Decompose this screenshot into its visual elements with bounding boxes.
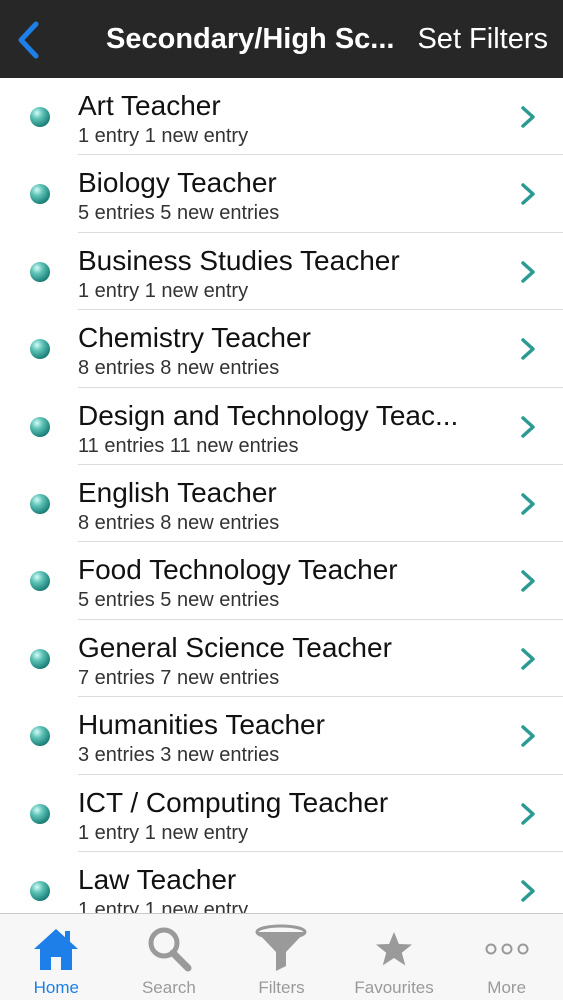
list-item-title: ICT / Computing Teacher — [78, 786, 389, 818]
chevron-right-icon — [521, 261, 535, 283]
search-icon — [141, 922, 197, 976]
chevron-right-icon — [521, 493, 535, 515]
tab-label: Search — [141, 978, 196, 997]
list-item-subtitle: 8 entries 8 new entries — [78, 357, 280, 380]
bullet-icon — [30, 416, 50, 437]
more-icon — [479, 922, 535, 976]
list-item-title: Business Studies Teacher — [78, 244, 400, 276]
bullet-icon — [30, 339, 50, 360]
list-item[interactable]: English Teacher 8 entries 8 new entries — [0, 465, 563, 543]
chevron-right-icon — [521, 338, 535, 360]
list-item-title: English Teacher — [78, 476, 277, 508]
list-item[interactable]: Humanities Teacher 3 entries 3 new entri… — [0, 697, 563, 775]
list-item-subtitle: 1 entry 1 new entry — [78, 821, 249, 844]
tab-bar: Home Search Filters Favourites More — [0, 913, 563, 1000]
list-item-subtitle: 5 entries 5 new entries — [78, 202, 280, 225]
bullet-icon — [30, 107, 50, 127]
list-item[interactable]: General Science Teacher 7 entries 7 new … — [0, 620, 563, 698]
list-item-title: General Science Teacher — [78, 631, 392, 663]
back-button[interactable] — [8, 16, 48, 64]
list-item-subtitle: 3 entries 3 new entries — [78, 744, 280, 767]
tab-label: Filters — [258, 978, 305, 997]
bullet-icon — [30, 184, 50, 205]
list-item-title: Art Teacher — [78, 90, 221, 121]
list-item[interactable]: Chemistry Teacher 8 entries 8 new entrie… — [0, 310, 563, 388]
list-item-title: Biology Teacher — [78, 167, 277, 199]
bullet-icon — [30, 803, 50, 824]
chevron-right-icon — [521, 802, 535, 825]
list-item-title: Food Technology Teacher — [78, 554, 398, 586]
tab-label: Home — [33, 978, 79, 997]
list-item-subtitle: 5 entries 5 new entries — [78, 589, 280, 612]
bullet-icon — [30, 726, 50, 747]
list-item-title: Humanities Teacher — [78, 709, 325, 741]
category-list[interactable]: Art Teacher 1 entry 1 new entry Biology … — [0, 78, 563, 913]
tab-favourites[interactable]: Favourites — [338, 914, 451, 1000]
bullet-icon — [30, 493, 50, 514]
filter-icon — [253, 922, 309, 976]
chevron-right-icon — [521, 183, 535, 206]
tab-label: Favourites — [354, 978, 434, 997]
chevron-right-icon — [521, 415, 535, 438]
tab-home[interactable]: Home — [0, 914, 113, 1000]
star-icon — [366, 922, 422, 976]
list-item[interactable]: Biology Teacher 5 entries 5 new entries — [0, 155, 563, 233]
bullet-icon — [30, 571, 50, 592]
tab-filters[interactable]: Filters — [225, 914, 338, 1000]
list-item-subtitle: 1 entry 1 new entry — [78, 898, 249, 913]
set-filters-button[interactable]: Set Filters — [417, 20, 548, 58]
list-item[interactable]: ICT / Computing Teacher 1 entry 1 new en… — [0, 775, 563, 852]
list-item[interactable]: Food Technology Teacher 5 entries 5 new … — [0, 542, 563, 620]
list-item[interactable]: Design and Technology Teac... 11 entries… — [0, 388, 563, 465]
list-item-subtitle: 11 entries 11 new entries — [78, 434, 299, 457]
bullet-icon — [30, 880, 50, 901]
list-item-title: Design and Technology Teac... — [78, 399, 459, 431]
tab-label: More — [487, 978, 527, 997]
chevron-right-icon — [521, 880, 535, 902]
list-item-subtitle: 1 entry 1 new entry — [78, 125, 249, 147]
list-item-title: Chemistry Teacher — [78, 322, 311, 354]
page-title: Secondary/High Sc... — [106, 23, 395, 55]
tab-search[interactable]: Search — [113, 914, 226, 1000]
bullet-icon — [30, 261, 50, 282]
list-item-title: Law Teacher — [78, 863, 237, 895]
list-item-subtitle: 8 entries 8 new entries — [78, 511, 280, 534]
list-item-subtitle: 7 entries 7 new entries — [78, 666, 280, 689]
chevron-right-icon — [521, 106, 535, 128]
chevron-left-icon — [18, 21, 39, 59]
chevron-right-icon — [521, 570, 535, 593]
bullet-icon — [30, 648, 50, 669]
chevron-right-icon — [521, 725, 535, 747]
chevron-right-icon — [521, 647, 535, 670]
list-item[interactable]: Business Studies Teacher 1 entry 1 new e… — [0, 233, 563, 311]
navigation-bar: Secondary/High Sc... Set Filters — [0, 0, 563, 78]
list-item-subtitle: 1 entry 1 new entry — [78, 279, 249, 302]
list-item[interactable]: Law Teacher 1 entry 1 new entry — [0, 852, 563, 913]
tab-more[interactable]: More — [450, 914, 563, 1000]
list-item[interactable]: Art Teacher 1 entry 1 new entry — [0, 78, 563, 156]
home-icon — [28, 922, 84, 976]
